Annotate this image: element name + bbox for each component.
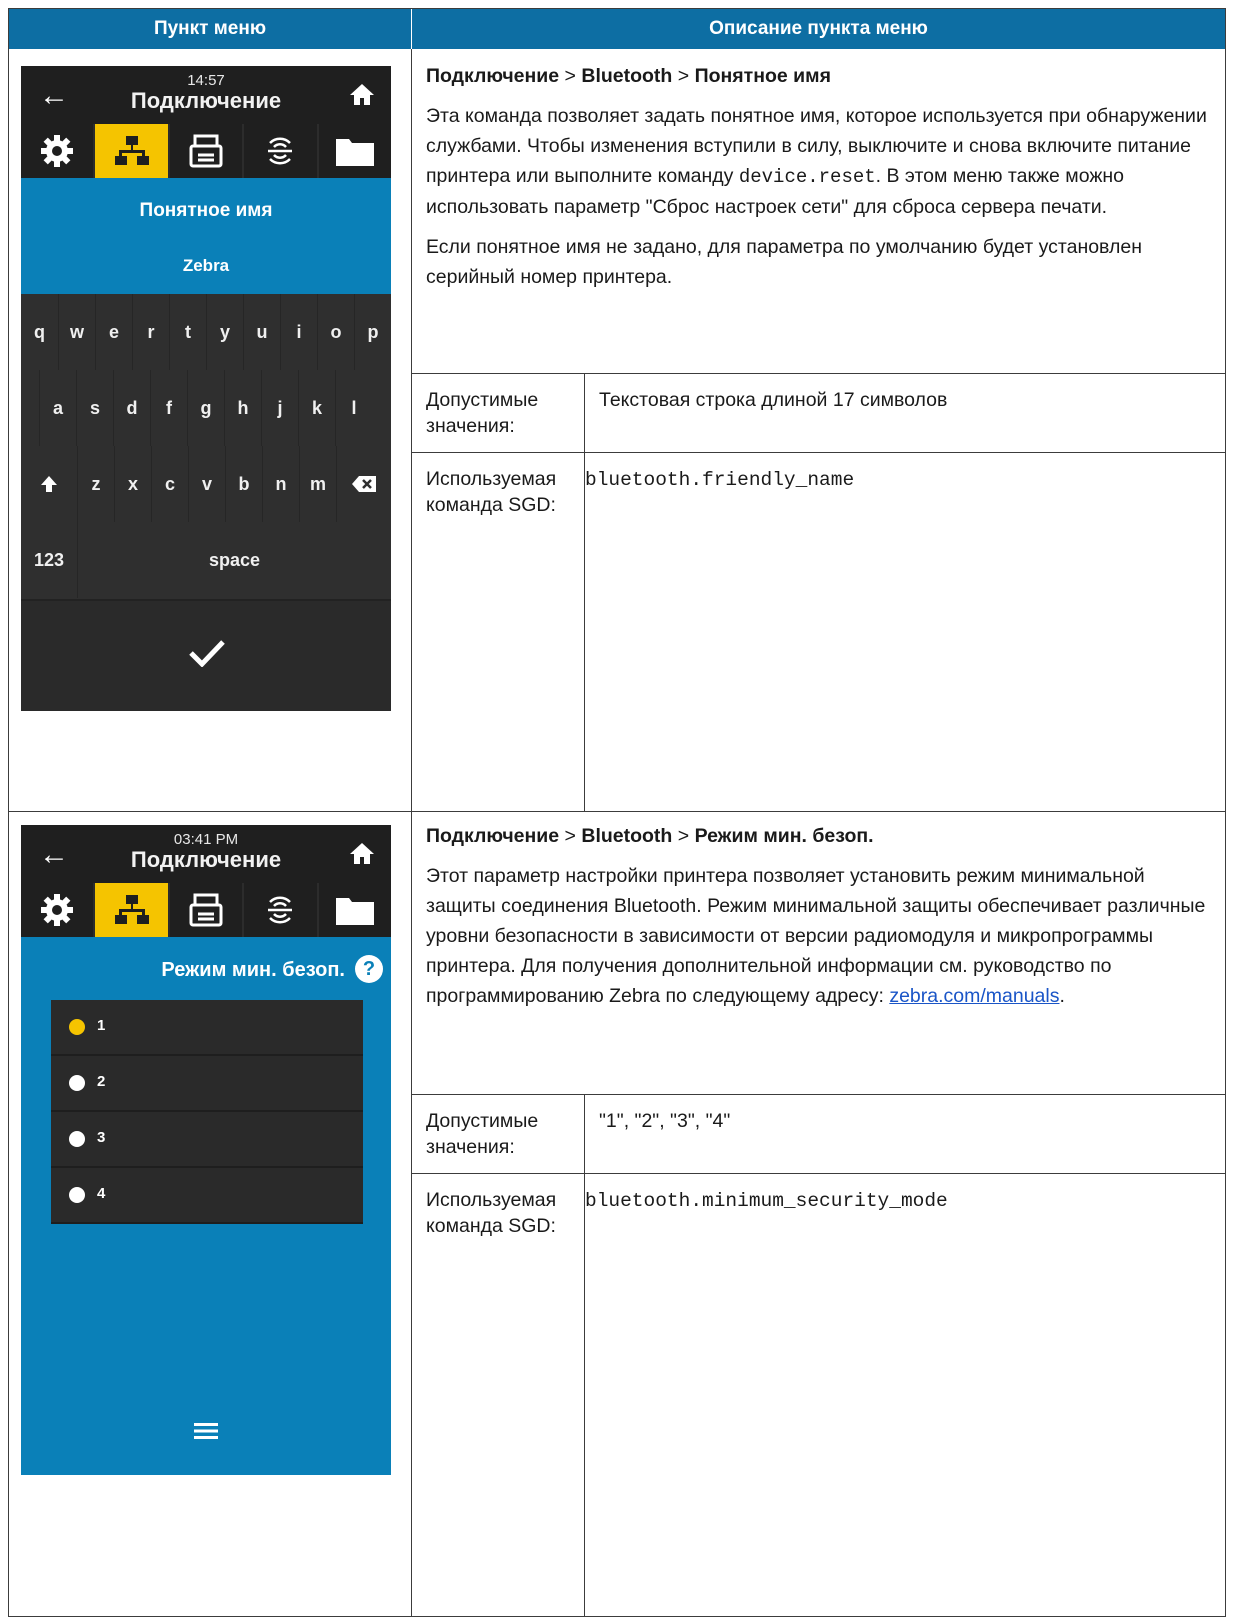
header-menu-item: Пункт меню (9, 9, 412, 49)
key-w[interactable]: w (58, 294, 95, 370)
radio-selected-icon (69, 1019, 85, 1035)
subrow-divider (412, 373, 1225, 374)
description-paragraph-2: Если понятное имя не задано, для парамет… (426, 236, 1142, 288)
key-v[interactable]: v (188, 446, 225, 522)
menu-path: Подключение > Bluetooth > Режим мин. без… (426, 825, 874, 847)
key-x[interactable]: x (114, 446, 151, 522)
radio-icon (69, 1187, 85, 1203)
menu-icon[interactable] (192, 1421, 220, 1446)
panel-title: Режим мин. безоп. (161, 959, 345, 981)
key-e[interactable]: e (95, 294, 132, 370)
key-j[interactable]: j (261, 370, 298, 446)
key-space[interactable]: space (77, 522, 391, 598)
home-icon[interactable] (349, 841, 375, 870)
settings-icon[interactable] (21, 124, 96, 178)
key-b[interactable]: b (225, 446, 262, 522)
row2-description: Подключение > Bluetooth > Режим мин. без… (426, 821, 1216, 1021)
key-g[interactable]: g (187, 370, 224, 446)
subrow-divider-2 (412, 1173, 1225, 1174)
key-y[interactable]: y (206, 294, 243, 370)
key-a[interactable]: a (39, 370, 76, 446)
network-icon[interactable] (95, 883, 170, 937)
key-s[interactable]: s (76, 370, 113, 446)
row-divider (9, 811, 1225, 812)
screen-time: 03:41 PM (173, 831, 239, 848)
printer-icon[interactable] (170, 883, 245, 937)
option-3[interactable]: 3 (51, 1112, 363, 1168)
shift-icon[interactable] (21, 446, 77, 522)
key-r[interactable]: r (132, 294, 169, 370)
accepted-values-label: Допустимые значения: (426, 389, 539, 437)
option-2[interactable]: 2 (51, 1056, 363, 1112)
screen-title: Подключение (130, 88, 282, 113)
network-icon[interactable] (95, 124, 170, 178)
header-menu-description: Описание пункта меню (412, 9, 1225, 49)
key-n[interactable]: n (262, 446, 299, 522)
sgd-command-value: bluetooth.minimum_security_mode (585, 1190, 948, 1212)
category-icon-row (21, 883, 391, 937)
option-1[interactable]: 1 (51, 1000, 363, 1056)
subcol-divider (584, 373, 585, 811)
row1-description: Подключение > Bluetooth > Понятное имя Э… (426, 61, 1216, 302)
screen-topbar: ← 14:57 Подключение (21, 66, 391, 124)
folder-icon[interactable] (319, 883, 391, 937)
key-t[interactable]: t (169, 294, 206, 370)
rfid-icon[interactable] (244, 883, 319, 937)
printer-icon[interactable] (170, 124, 245, 178)
key-f[interactable]: f (150, 370, 187, 446)
radio-icon (69, 1131, 85, 1147)
key-z[interactable]: z (77, 446, 114, 522)
sgd-command-label: Используемая команда SGD: (426, 1189, 557, 1237)
device-screen-friendly-name: ← 14:57 Подключение Понятное имя Zebra q… (21, 66, 391, 711)
sgd-command-value: bluetooth.friendly_name (585, 469, 855, 491)
screen-title: Подключение (130, 847, 282, 872)
screen-topbar: ← 03:41 PM Подключение (21, 825, 391, 883)
accepted-values-label: Допустимые значения: (426, 1110, 539, 1158)
description-paragraph: Этот параметр настройки принтера позволя… (426, 865, 1206, 1007)
field-title: Понятное имя (139, 200, 273, 221)
keyboard-row-3: zxcvbnm (21, 446, 391, 522)
keyboard-row-2: asdfghjkl (21, 370, 391, 446)
field-value-input[interactable]: Zebra (21, 256, 391, 276)
confirm-bar (21, 599, 391, 711)
key-u[interactable]: u (243, 294, 280, 370)
rfid-icon[interactable] (244, 124, 319, 178)
sgd-command-label: Используемая команда SGD: (426, 468, 557, 516)
column-divider (411, 49, 412, 1616)
key-o[interactable]: o (317, 294, 354, 370)
help-icon[interactable]: ? (355, 955, 383, 983)
option-4[interactable]: 4 (51, 1168, 363, 1224)
menu-path: Подключение > Bluetooth > Понятное имя (426, 65, 831, 87)
accepted-values-value: "1", "2", "3", "4" (599, 1110, 731, 1132)
key-123[interactable]: 123 (21, 522, 77, 598)
key-p[interactable]: p (354, 294, 391, 370)
category-icon-row (21, 124, 391, 178)
on-screen-keyboard: qwertyuiop asdfghjkl zxcvbnm 123 space (21, 294, 391, 599)
key-l[interactable]: l (335, 370, 372, 446)
keyboard-row-1: qwertyuiop (21, 294, 391, 370)
field-panel: Понятное имя Zebra (21, 178, 391, 294)
folder-icon[interactable] (319, 124, 391, 178)
backspace-icon[interactable] (336, 446, 391, 522)
key-k[interactable]: k (298, 370, 335, 446)
key-q[interactable]: q (21, 294, 58, 370)
zebra-manuals-link[interactable]: zebra.com/manuals (889, 985, 1059, 1007)
home-icon[interactable] (349, 82, 375, 111)
key-h[interactable]: h (224, 370, 261, 446)
device-screen-min-security: ← 03:41 PM Подключение Режим мин. безоп.… (21, 825, 391, 1475)
screen-time: 14:57 (187, 72, 225, 89)
key-d[interactable]: d (113, 370, 150, 446)
key-c[interactable]: c (151, 446, 188, 522)
description-paragraph: Эта команда позволяет задать понятное им… (426, 105, 1207, 218)
settings-icon[interactable] (21, 883, 96, 937)
key-m[interactable]: m (299, 446, 336, 522)
menu-table: Пункт меню Описание пункта меню ← 14:57 … (8, 8, 1226, 1617)
keyboard-row-4: 123 space (21, 522, 391, 598)
checkmark-icon[interactable] (189, 639, 225, 672)
subrow-divider (412, 1094, 1225, 1095)
radio-icon (69, 1075, 85, 1091)
key-i[interactable]: i (280, 294, 317, 370)
accepted-values-value: Текстовая строка длиной 17 символов (599, 389, 948, 411)
subrow-divider-2 (412, 452, 1225, 453)
